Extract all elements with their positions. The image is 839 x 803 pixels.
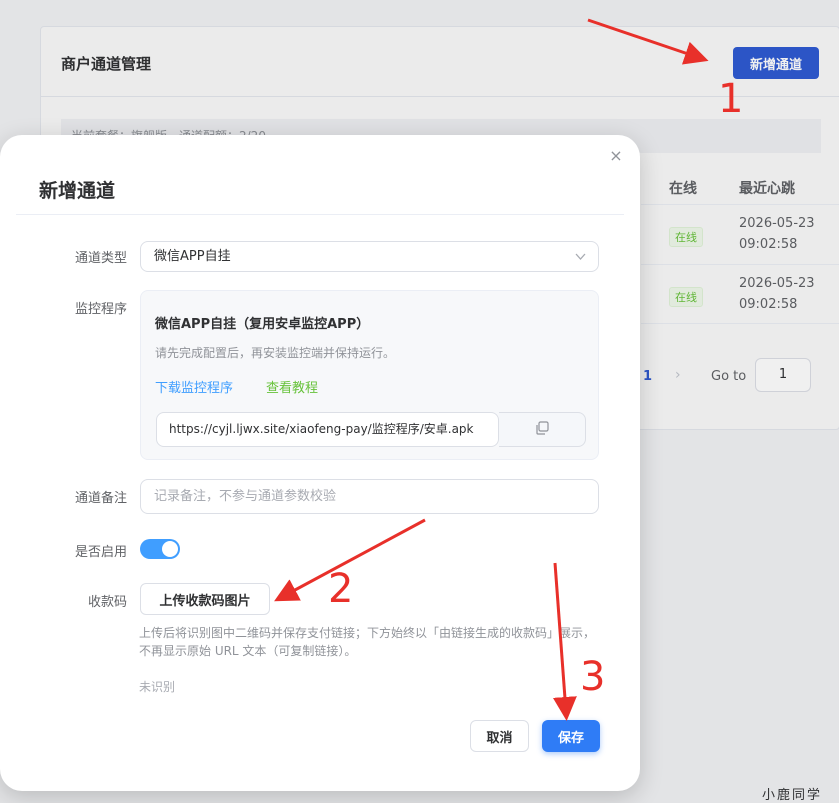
channel-type-label: 通道类型 [74,251,127,266]
remark-label: 通道备注 [74,491,127,506]
enabled-toggle[interactable] [140,539,180,559]
dialog-title: 新增通道 [39,180,116,202]
monitor-label: 监控程序 [74,302,127,317]
chevron-down-icon [575,242,586,283]
copy-icon [535,420,549,439]
enabled-label: 是否启用 [74,545,127,560]
add-channel-dialog: 新增通道 × 通道类型 微信APP自挂 监控程序 微信APP自挂（复用安卓监控A… [0,135,640,791]
toggle-knob [162,541,178,557]
recognition-status: 未识别 [139,680,176,694]
view-tutorial-link[interactable]: 查看教程 [266,377,318,396]
download-url-field[interactable]: https://cyjl.ljwx.site/xiaofeng-pay/监控程序… [156,412,499,447]
channel-type-select[interactable]: 微信APP自挂 [140,241,599,272]
close-icon[interactable]: × [608,148,624,164]
save-button[interactable]: 保存 [542,720,600,752]
qrcode-label: 收款码 [87,595,127,610]
copy-button[interactable] [499,412,586,447]
upload-qrcode-button[interactable]: 上传收款码图片 [140,583,270,615]
cancel-button[interactable]: 取消 [470,720,529,752]
monitor-title: 微信APP自挂（复用安卓监控APP） [155,317,370,332]
monitor-panel: 微信APP自挂（复用安卓监控APP） 请先完成配置后，再安装监控端并保持运行。 … [140,290,599,460]
download-monitor-link[interactable]: 下载监控程序 [155,377,233,396]
dialog-divider [16,214,624,215]
monitor-description: 请先完成配置后，再安装监控端并保持运行。 [155,346,396,360]
watermark: 小鹿同学 [762,788,823,803]
annotation-number-3: 3 [580,654,606,700]
channel-type-value: 微信APP自挂 [154,249,231,264]
upload-hint: 上传后将识别图中二维码并保存支付链接；下方始终以「由链接生成的收款码」展示，不再… [139,626,596,658]
remark-input[interactable]: 记录备注，不参与通道参数校验 [140,479,599,514]
annotation-number-2: 2 [328,566,354,612]
annotation-number-1: 1 [718,76,744,122]
